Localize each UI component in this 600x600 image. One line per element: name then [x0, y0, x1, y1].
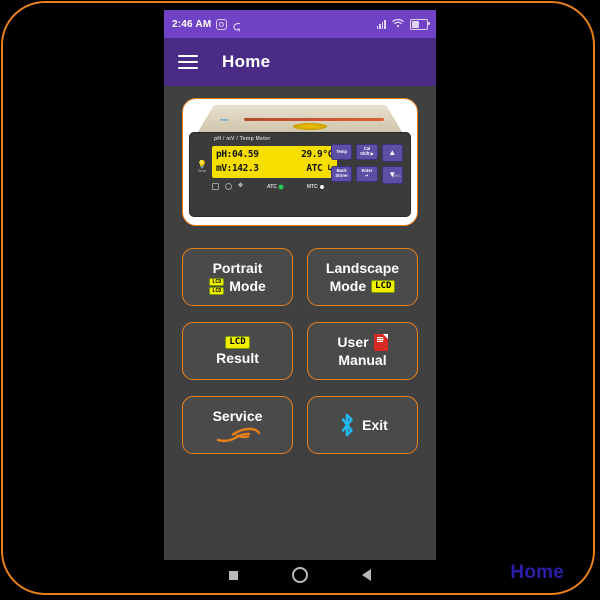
lcd-atc-value: ATC ↳ [306, 163, 333, 174]
lcd-stack-icon-bottom: LCD [209, 286, 225, 295]
tile-service[interactable]: Service [182, 396, 293, 454]
device-key-back-stirrer: Back Stirrer [331, 166, 353, 182]
status-bar-left: 2:46 AM [172, 18, 242, 32]
tile-user-manual[interactable]: User PDF Manual [307, 322, 418, 380]
atc-label: ATC [267, 183, 277, 190]
tile-user-manual-line-2: Manual [338, 351, 386, 369]
device-indicator-row: ✥ ATC MTC [212, 183, 324, 190]
tile-lcd-result-label: Result [216, 349, 259, 366]
tile-service-line-1: Service [213, 407, 263, 425]
atc-indicator: ATC [267, 184, 283, 190]
bluetooth-icon [337, 412, 357, 438]
tile-lcd-result-line-2: Result [216, 349, 259, 367]
back-triangle-icon[interactable] [362, 569, 371, 581]
tile-service-line-2 [215, 425, 261, 444]
tile-lcd-result-line-1: LCD [225, 335, 250, 349]
tile-exit[interactable]: Exit [307, 396, 418, 454]
bulb-label: Error [198, 169, 206, 173]
tile-user-manual-line-1: User PDF [337, 333, 388, 351]
device-brand-logo: ●●● [220, 117, 229, 122]
instagram-icon [216, 18, 228, 30]
device-key-side-label: pH/C [392, 174, 401, 178]
tile-user-manual-label-2: Manual [338, 352, 387, 368]
device-image-card: ●●● pH / mV / Temp Meter 💡 Error pH:04.5… [182, 98, 418, 226]
menu-grid: Portrait LCD LCD Mode Landscape Mode LCD [182, 248, 418, 454]
device-key-stirrer-label: Stirrer [335, 173, 348, 178]
atc-led [278, 184, 283, 189]
phone-screen: 2:46 AM Home ●●● pH / mV / Temp Meter 💡 … [164, 10, 436, 590]
device-error-lamp: 💡 Error [197, 160, 207, 174]
mtc-led [319, 184, 324, 189]
home-circle-icon[interactable] [292, 567, 308, 583]
device-key-enter: Enter ↵ [356, 166, 378, 182]
wifi-icon [392, 15, 404, 33]
lcd-stack-icon-top: LCD [209, 277, 225, 286]
device-key-shift-label: Shift ▶ [360, 151, 374, 156]
android-nav-bar [164, 560, 436, 590]
lcd-badge-icon: LCD [371, 279, 396, 293]
lcd-temp-value: 29.9°C [301, 149, 333, 160]
mtc-indicator: MTC [307, 184, 324, 190]
device-panel-label: pH / mV / Temp Meter [214, 136, 271, 142]
device-lcd-display: pH:04.59 29.9°C mV:142.3 ATC ↳ [212, 146, 337, 178]
device-key-temp-label: Temp [336, 148, 348, 154]
tile-landscape-line-1: Landscape [326, 259, 399, 277]
lcd-line-1: pH:04.59 29.9°C [216, 148, 333, 162]
tile-portrait-label-1: Portrait [212, 260, 263, 276]
bluetooth-small-icon: ✥ [238, 183, 244, 189]
tile-portrait-label-2: Mode [229, 278, 266, 294]
home-watermark: Home [510, 562, 564, 583]
device-key-cal-shift: Cal Shift ▶ [356, 144, 378, 160]
tile-lcd-result[interactable]: LCD Result [182, 322, 293, 380]
device-red-stripe [243, 118, 385, 121]
tile-exit-label: Exit [362, 417, 388, 433]
device-keypad: Temp Cal Shift ▶ ▲ Back Stirrer Enter ↵ … [331, 144, 403, 188]
tile-landscape-mode[interactable]: Landscape Mode LCD [307, 248, 418, 306]
camera-icon [212, 183, 219, 190]
content-area: ●●● pH / mV / Temp Meter 💡 Error pH:04.5… [164, 86, 436, 454]
tile-service-label: Service [212, 407, 263, 424]
status-clock: 2:46 AM [172, 18, 212, 30]
swirl-icon [232, 19, 242, 32]
mtc-label: MTC [306, 183, 318, 190]
device-key-temp: Temp [331, 144, 353, 160]
tile-portrait-line-2: LCD LCD Mode [209, 277, 266, 295]
lcd-mv-value: mV:142.3 [216, 163, 259, 174]
power-icon [225, 183, 232, 190]
status-bar-right [376, 15, 430, 33]
up-arrow-icon: ▲ [388, 147, 397, 157]
device-gold-badge [292, 123, 327, 130]
pdf-icon-label: PDF [376, 338, 385, 342]
tile-user-manual-label-1: User [337, 334, 369, 350]
status-bar: 2:46 AM [164, 10, 436, 38]
tile-portrait-line-1: Portrait [213, 259, 263, 277]
page-title: Home [222, 52, 271, 71]
tile-exit-line-1: Exit [337, 412, 388, 438]
battery-icon [410, 18, 430, 30]
device-front-panel: pH / mV / Temp Meter 💡 Error pH:04.59 29… [189, 132, 411, 217]
device-key-up-arrow: ▲ [381, 144, 403, 162]
app-bar: Home [164, 38, 436, 86]
lcd-ph-value: pH:04.59 [216, 149, 259, 160]
tile-landscape-label-2: Mode [329, 278, 367, 294]
lcd-stack-icon: LCD LCD [209, 277, 225, 295]
lcd-badge-icon: LCD [225, 335, 250, 349]
enter-arrow-icon: ↵ [365, 173, 369, 178]
pdf-icon: PDF [373, 333, 388, 351]
device-keypad-row-1: Temp Cal Shift ▶ ▲ [331, 144, 403, 162]
bulb-icon: 💡 [197, 160, 207, 169]
lcd-line-2: mV:142.3 ATC ↳ [216, 162, 333, 176]
tile-landscape-line-2: Mode LCD [330, 277, 396, 295]
helping-hand-icon [215, 426, 261, 444]
recents-square-icon[interactable] [229, 570, 238, 580]
hamburger-menu-icon[interactable] [178, 54, 198, 70]
signal-icon [376, 19, 386, 29]
tile-portrait-mode[interactable]: Portrait LCD LCD Mode [182, 248, 293, 306]
tile-landscape-label-1: Landscape [325, 260, 400, 276]
